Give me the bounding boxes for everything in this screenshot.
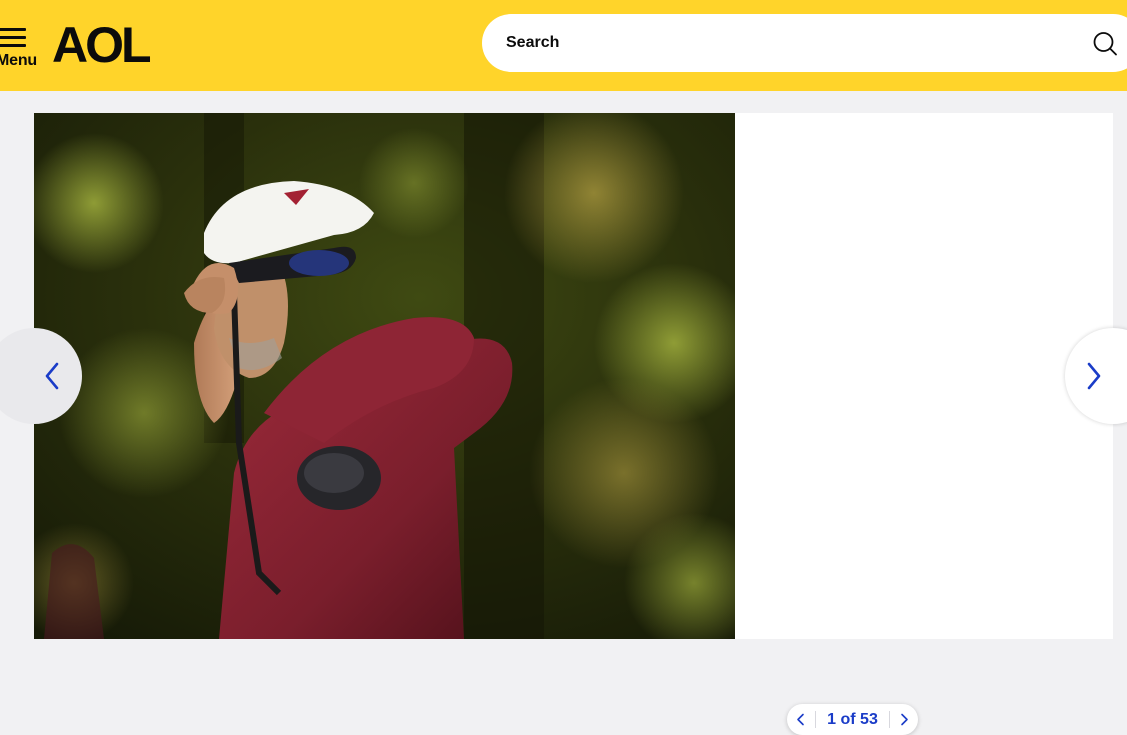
search-input[interactable] [506, 29, 1066, 57]
slideshow: 1 of 53 [34, 113, 1113, 735]
search-bar [482, 14, 1127, 72]
svg-text:AOL: AOL [52, 18, 150, 66]
menu-label[interactable]: Menu [0, 52, 37, 70]
chevron-left-icon [797, 713, 804, 726]
hamburger-icon [0, 26, 28, 48]
pager-prev-button[interactable] [787, 704, 815, 735]
aol-logo[interactable]: AOL [52, 18, 176, 66]
slide-count: 1 of 53 [827, 711, 878, 728]
search-icon[interactable] [1091, 30, 1119, 58]
slideshow-photo [34, 113, 735, 639]
golfer-image [34, 113, 735, 639]
chevron-right-icon [1087, 362, 1101, 390]
chevron-left-icon [45, 362, 59, 390]
site-header: Menu AOL [0, 0, 1127, 91]
pager-next-button[interactable] [890, 704, 918, 735]
chevron-right-icon [901, 713, 908, 726]
slide-counter: 1 of 53 [787, 704, 918, 735]
